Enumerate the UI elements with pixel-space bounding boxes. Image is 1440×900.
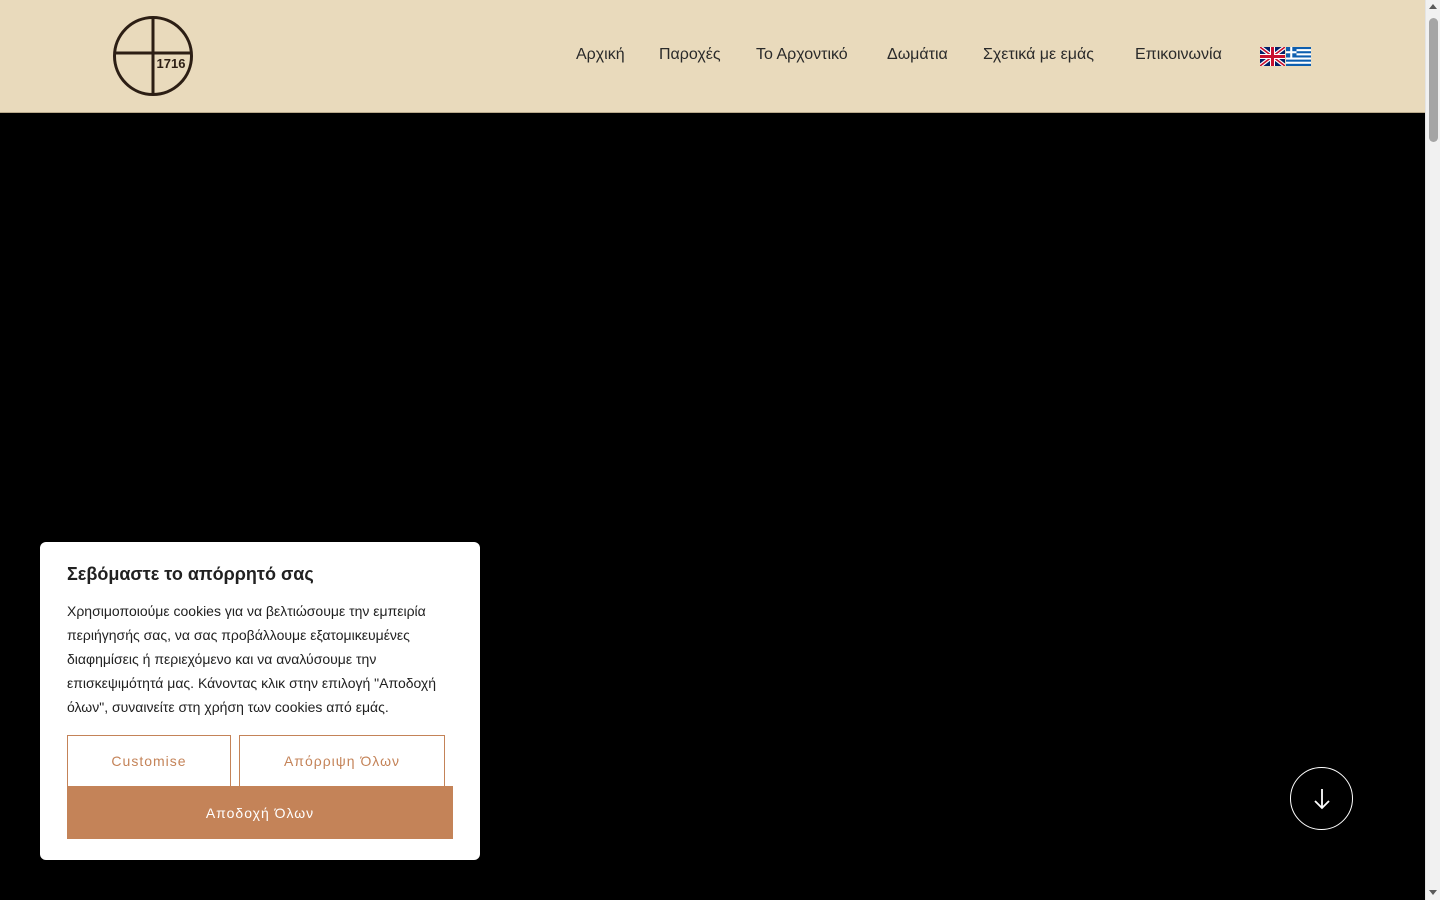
site-header: 1716 Αρχική Παροχές Το Αρχοντικό Δωμάτια… [0, 0, 1425, 113]
cookie-description: Χρησιμοποιούμε cookies για να βελτιώσουμ… [67, 603, 437, 715]
nav-item-amenities[interactable]: Παροχές [659, 44, 721, 66]
scrollbar-thumb[interactable] [1429, 18, 1438, 142]
cookie-consent-banner: Σεβόμαστε το απόρρητό σας Χρησιμοποιούμε… [40, 542, 480, 860]
customise-button[interactable]: Customise [67, 735, 231, 787]
logo-year: 1716 [156, 56, 186, 71]
arrow-down-icon [1313, 788, 1330, 809]
scroll-up-arrow-icon[interactable] [1429, 4, 1437, 9]
greek-flag-icon[interactable] [1286, 47, 1311, 66]
scroll-down-button[interactable] [1290, 767, 1353, 830]
nav-item-mansion[interactable]: Το Αρχοντικό [756, 44, 848, 66]
reject-all-button[interactable]: Απόρριψη Όλων [239, 735, 445, 787]
language-switcher [1260, 47, 1312, 67]
nav-item-about[interactable]: Σχετικά με εμάς [983, 44, 1094, 66]
accept-all-button[interactable]: Αποδοχή Όλων [67, 786, 453, 839]
nav-item-contact[interactable]: Επικοινωνία [1135, 44, 1222, 66]
scroll-down-arrow-icon[interactable] [1429, 890, 1437, 895]
uk-flag-icon[interactable] [1260, 47, 1285, 66]
logo[interactable]: 1716 [112, 15, 194, 97]
cookie-title: Σεβόμαστε το απόρρητό σας [67, 564, 314, 584]
page-scrollbar[interactable] [1425, 0, 1440, 900]
nav-item-home[interactable]: Αρχική [576, 44, 625, 66]
nav-item-rooms[interactable]: Δωμάτια [887, 44, 948, 66]
